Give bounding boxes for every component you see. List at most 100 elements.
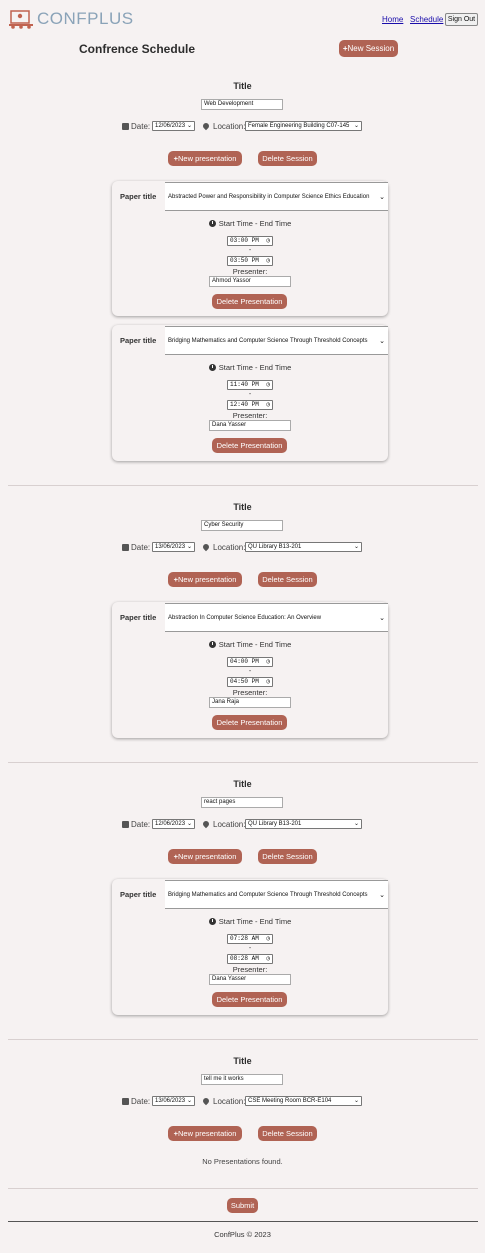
calendar-icon — [122, 544, 129, 551]
location-select[interactable]: QU Library B13-201 ⌄ — [245, 542, 362, 552]
time-range-label: Start Time - End Time — [112, 363, 388, 372]
paper-title-select[interactable]: Bridging Mathematics and Computer Scienc… — [165, 880, 388, 909]
new-presentation-button[interactable]: +New presentation — [168, 1126, 242, 1141]
paper-title-label: Paper title — [120, 613, 157, 622]
header: CONFPLUS Home Schedule Sign Out — [0, 0, 485, 40]
delete-presentation-button[interactable]: Delete Presentation — [212, 992, 287, 1007]
clock-icon: ◷ — [266, 678, 270, 685]
calendar-icon — [122, 821, 129, 828]
new-session-label: New Session — [347, 44, 395, 53]
end-time-input[interactable]: 08:28 AM ◷ — [227, 954, 273, 964]
new-presentation-button[interactable]: +New presentation — [168, 151, 242, 166]
chevron-down-icon: ⌄ — [353, 123, 359, 129]
session-title-input[interactable]: Cyber Security — [201, 520, 283, 531]
new-session-button[interactable]: +New Session — [339, 40, 398, 57]
start-time-value: 11:40 PM — [230, 381, 259, 388]
end-time-value: 04:50 PM — [230, 678, 259, 685]
submit-button[interactable]: Submit — [227, 1198, 258, 1213]
date-value: 12/06/2023 — [155, 123, 186, 129]
end-time-value: 08:28 AM — [230, 955, 259, 962]
new-presentation-label: New presentation — [178, 852, 237, 861]
location-label: Location: — [213, 543, 246, 552]
clock-icon — [208, 918, 216, 925]
location-select[interactable]: CSE Meeting Room BCR-E104 ⌄ — [245, 1096, 362, 1106]
delete-session-button[interactable]: Delete Session — [258, 572, 317, 587]
start-time-value: 03:00 PM — [230, 237, 259, 244]
conference-logo-icon — [9, 10, 33, 29]
delete-presentation-button[interactable]: Delete Presentation — [212, 294, 287, 309]
paper-title-value: Abstraction In Computer Science Educatio… — [168, 615, 322, 621]
location-value: Female Engineering Building C07-145 — [248, 123, 350, 129]
session-title-label: Title — [233, 1056, 252, 1066]
session-title-label: Title — [233, 779, 252, 789]
clock-icon — [208, 364, 216, 371]
presenter-input[interactable]: Dana Yasser — [209, 974, 291, 985]
chevron-down-icon: ⌄ — [379, 194, 385, 201]
clock-icon: ◷ — [266, 257, 270, 264]
date-value: 12/06/2023 — [155, 821, 186, 827]
session-divider — [8, 1188, 478, 1189]
new-presentation-button[interactable]: +New presentation — [168, 572, 242, 587]
paper-title-select[interactable]: Abstracted Power and Responsibility in C… — [165, 182, 388, 211]
end-time-input[interactable]: 12:40 PM ◷ — [227, 400, 273, 410]
chevron-down-icon: ⌄ — [186, 544, 192, 550]
location-select[interactable]: QU Library B13-201 ⌄ — [245, 819, 362, 829]
time-range-label: Start Time - End Time — [112, 917, 388, 926]
calendar-icon — [122, 1098, 129, 1105]
start-time-input[interactable]: 07:28 AM ◷ — [227, 934, 273, 944]
paper-title-label: Paper title — [120, 192, 157, 201]
delete-session-button[interactable]: Delete Session — [258, 1126, 317, 1141]
location-value: QU Library B13-201 — [248, 821, 302, 827]
presentation-card: Paper title Abstracted Power and Respons… — [112, 181, 388, 316]
paper-title-value: Bridging Mathematics and Computer Scienc… — [168, 338, 368, 344]
date-label-wrap: Date: — [122, 1097, 150, 1106]
start-time-value: 07:28 AM — [230, 935, 259, 942]
date-select[interactable]: 13/06/2023 ⌄ — [152, 1096, 195, 1106]
date-select[interactable]: 13/06/2023 ⌄ — [152, 542, 195, 552]
session-title-label: Title — [233, 81, 252, 91]
paper-title-select[interactable]: Abstraction In Computer Science Educatio… — [165, 603, 388, 632]
start-time-input[interactable]: 03:00 PM ◷ — [227, 236, 273, 246]
location-label: Location: — [213, 1097, 246, 1106]
start-time-input[interactable]: 11:40 PM ◷ — [227, 380, 273, 390]
chevron-down-icon: ⌄ — [379, 338, 385, 345]
presenter-input[interactable]: Dana Yasser — [209, 420, 291, 431]
delete-session-button[interactable]: Delete Session — [258, 151, 317, 166]
session-title-input[interactable]: react pages — [201, 797, 283, 808]
paper-title-label: Paper title — [120, 336, 157, 345]
presenter-input[interactable]: Jana Raja — [209, 697, 291, 708]
chevron-down-icon: ⌄ — [186, 1098, 192, 1104]
delete-session-button[interactable]: Delete Session — [258, 849, 317, 864]
session-divider — [8, 1039, 478, 1040]
location-select[interactable]: Female Engineering Building C07-145 ⌄ — [245, 121, 362, 131]
clock-icon: ◷ — [266, 955, 270, 962]
delete-presentation-button[interactable]: Delete Presentation — [212, 715, 287, 730]
sign-out-button[interactable]: Sign Out — [445, 13, 478, 26]
session-title-label: Title — [233, 502, 252, 512]
session-title-input[interactable]: Web Development — [201, 99, 283, 110]
session-title-input[interactable]: tell me it works — [201, 1074, 283, 1085]
nav-home-link[interactable]: Home — [382, 15, 403, 24]
date-select[interactable]: 12/06/2023 ⌄ — [152, 121, 195, 131]
location-value: CSE Meeting Room BCR-E104 — [248, 1098, 332, 1104]
location-value: QU Library B13-201 — [248, 544, 302, 550]
paper-title-value: Abstracted Power and Responsibility in C… — [168, 194, 370, 200]
new-presentation-button[interactable]: +New presentation — [168, 849, 242, 864]
location-pin-icon — [201, 121, 211, 131]
end-time-input[interactable]: 03:50 PM ◷ — [227, 256, 273, 266]
end-time-input[interactable]: 04:50 PM ◷ — [227, 677, 273, 687]
presenter-input[interactable]: Ahmod Yassor — [209, 276, 291, 287]
chevron-down-icon: ⌄ — [353, 821, 359, 827]
time-range-label: Start Time - End Time — [112, 640, 388, 649]
paper-title-select[interactable]: Bridging Mathematics and Computer Scienc… — [165, 326, 388, 355]
date-value: 13/06/2023 — [155, 1098, 186, 1104]
presenter-label: Presenter: — [232, 688, 268, 697]
location-label-wrap: Location: — [201, 542, 246, 552]
clock-icon: ◷ — [266, 401, 270, 408]
location-label: Location: — [213, 820, 246, 829]
date-select[interactable]: 12/06/2023 ⌄ — [152, 819, 195, 829]
nav-schedule-link[interactable]: Schedule — [410, 15, 443, 24]
delete-presentation-button[interactable]: Delete Presentation — [212, 438, 287, 453]
footer-divider — [8, 1221, 478, 1222]
start-time-input[interactable]: 04:00 PM ◷ — [227, 657, 273, 667]
